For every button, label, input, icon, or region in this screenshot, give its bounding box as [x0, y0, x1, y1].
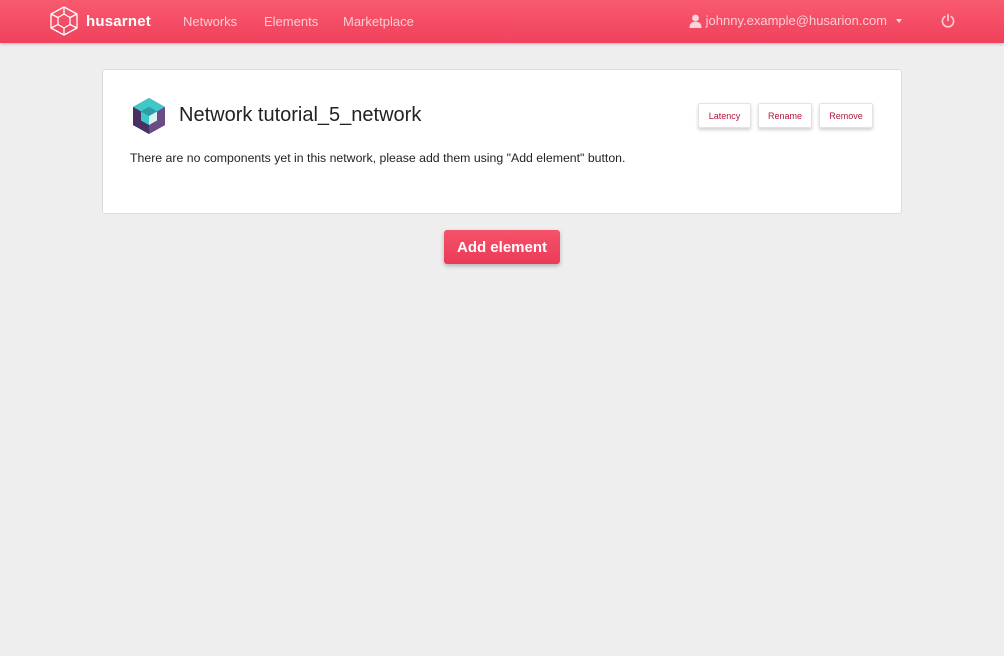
- caret-down-icon: [896, 18, 902, 23]
- user-email: johnny.example@husarion.com: [705, 13, 887, 28]
- network-hexagon-icon: [133, 98, 165, 134]
- rename-button[interactable]: Rename: [758, 103, 812, 128]
- power-icon[interactable]: [940, 13, 956, 29]
- nav-link-networks[interactable]: Networks: [183, 14, 237, 29]
- user-icon: [689, 14, 702, 28]
- user-menu-dropdown[interactable]: johnny.example@husarion.com: [689, 13, 902, 28]
- network-card: Network tutorial_5_network Latency Renam…: [102, 69, 902, 214]
- remove-button[interactable]: Remove: [819, 103, 873, 128]
- network-actions: Latency Rename Remove: [698, 103, 873, 128]
- network-title: Network tutorial_5_network: [179, 104, 422, 126]
- brand-name: husarnet: [86, 12, 151, 30]
- empty-network-message: There are no components yet in this netw…: [130, 151, 626, 165]
- nav-link-elements[interactable]: Elements: [264, 14, 318, 29]
- husarnet-cube-icon: [50, 6, 78, 36]
- nav-link-marketplace[interactable]: Marketplace: [343, 14, 414, 29]
- brand-home-link[interactable]: husarnet: [50, 6, 151, 36]
- latency-button[interactable]: Latency: [698, 103, 751, 128]
- top-navbar: husarnet Networks Elements Marketplace j…: [0, 0, 1004, 43]
- add-element-button[interactable]: Add element: [444, 230, 560, 264]
